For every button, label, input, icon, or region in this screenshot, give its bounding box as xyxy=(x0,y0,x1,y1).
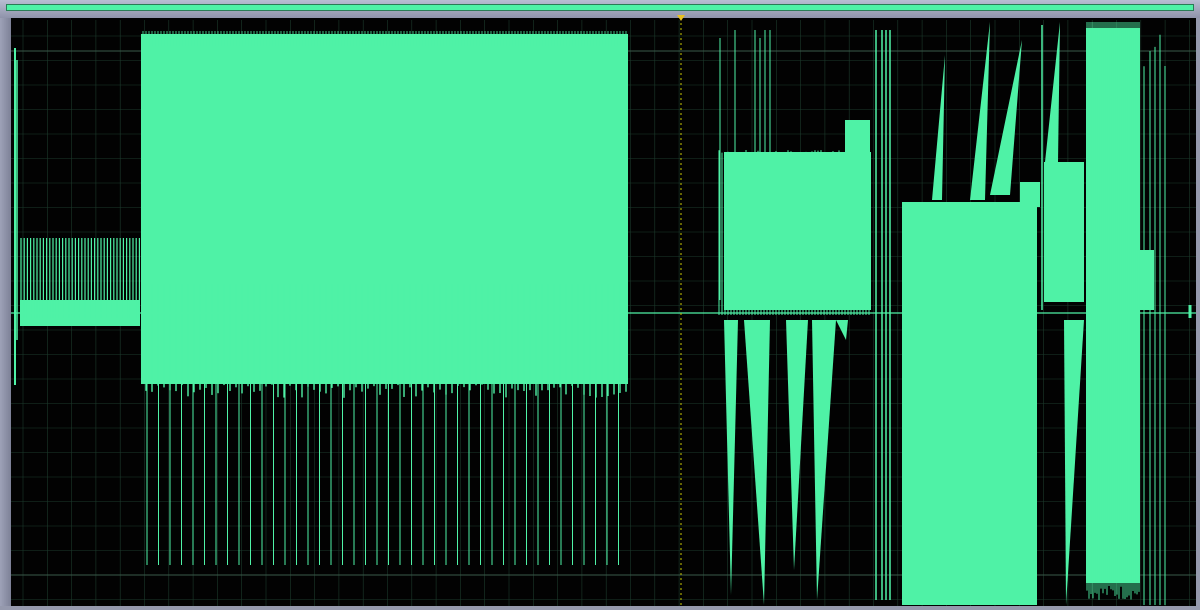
wave-tooth xyxy=(744,320,770,605)
wave-tooth xyxy=(724,320,738,595)
wave-tooth xyxy=(1064,320,1084,605)
wave-block xyxy=(902,202,1037,605)
wave-tooth xyxy=(786,320,808,570)
wave-block xyxy=(141,34,628,384)
waveform-editor-window xyxy=(0,0,1200,610)
wave-ramp xyxy=(932,55,945,200)
wave-ramp xyxy=(1045,22,1060,162)
wave-block xyxy=(1140,250,1154,310)
wave-tooth xyxy=(812,320,836,600)
wave-block xyxy=(845,120,870,310)
wave-ramp xyxy=(970,22,990,200)
wave-block xyxy=(1020,182,1040,207)
waveform-display[interactable] xyxy=(0,0,1200,610)
wave-block xyxy=(1044,162,1084,302)
playhead-marker-icon[interactable] xyxy=(677,15,685,21)
